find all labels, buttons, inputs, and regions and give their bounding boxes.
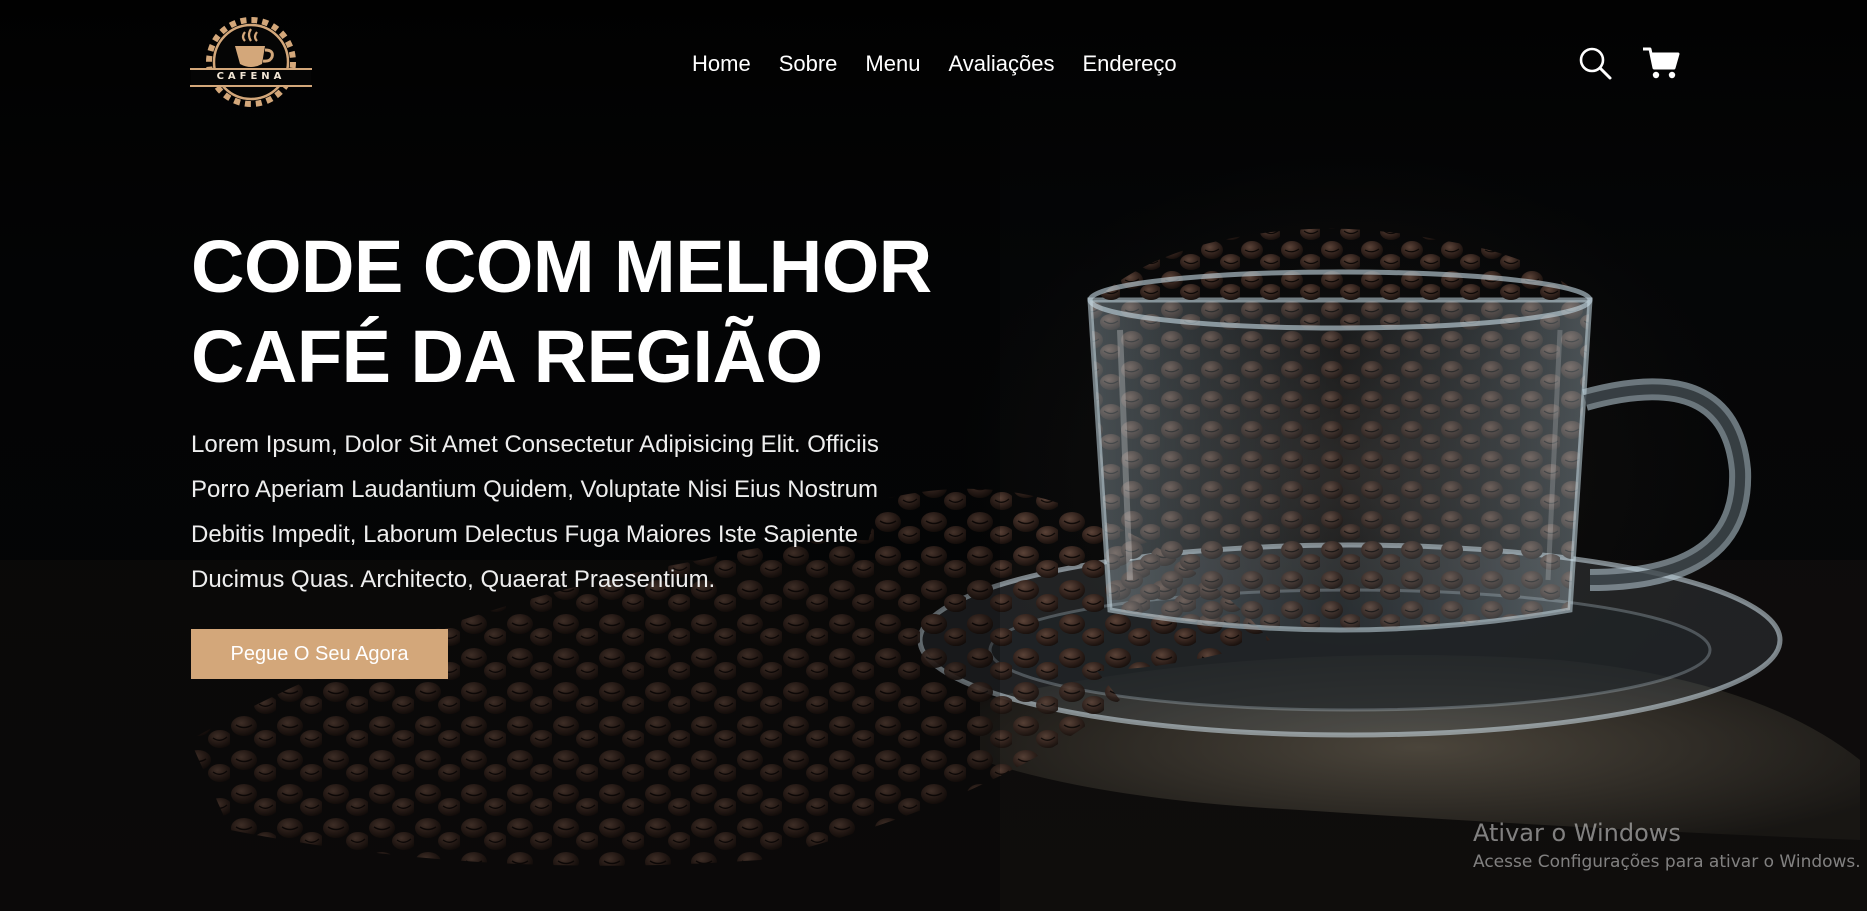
nav-link-home[interactable]: Home [692, 48, 751, 80]
landing-page: CAFENA Home Sobre Menu Avaliações Endere… [0, 0, 1867, 911]
cart-button[interactable] [1642, 44, 1680, 82]
windows-activation-watermark: Ativar o Windows Acesse Configurações pa… [1473, 818, 1861, 874]
nav-link-endereco[interactable]: Endereço [1082, 48, 1176, 80]
search-icon [1579, 47, 1612, 80]
coffee-cup-logo-icon [190, 17, 312, 107]
hero-section: CODE COM MELHOR CAFÉ DA REGIÃO Lorem Ips… [191, 222, 932, 679]
main-navigation: Home Sobre Menu Avaliações Endereço [692, 48, 1177, 80]
shopping-cart-icon [1643, 47, 1680, 79]
site-header: CAFENA Home Sobre Menu Avaliações Endere… [0, 0, 1867, 130]
nav-link-sobre[interactable]: Sobre [779, 48, 838, 80]
cta-button[interactable]: Pegue O Seu Agora [191, 629, 448, 679]
hero-title: CODE COM MELHOR CAFÉ DA REGIÃO [191, 222, 932, 402]
watermark-title: Ativar o Windows [1473, 819, 1681, 847]
nav-link-avaliacoes[interactable]: Avaliações [948, 48, 1054, 80]
logo-text: CAFENA [216, 71, 286, 82]
search-button[interactable] [1576, 44, 1614, 82]
hero-title-line-1: CODE COM MELHOR [191, 225, 932, 308]
header-actions [1576, 44, 1680, 82]
nav-link-menu[interactable]: Menu [865, 48, 920, 80]
watermark-subtitle: Acesse Configurações para ativar o Windo… [1473, 852, 1861, 872]
hero-description: Lorem Ipsum, Dolor Sit Amet Consectetur … [191, 431, 879, 593]
hero-title-line-2: CAFÉ DA REGIÃO [191, 315, 823, 398]
cafena-logo[interactable]: CAFENA [190, 12, 312, 112]
